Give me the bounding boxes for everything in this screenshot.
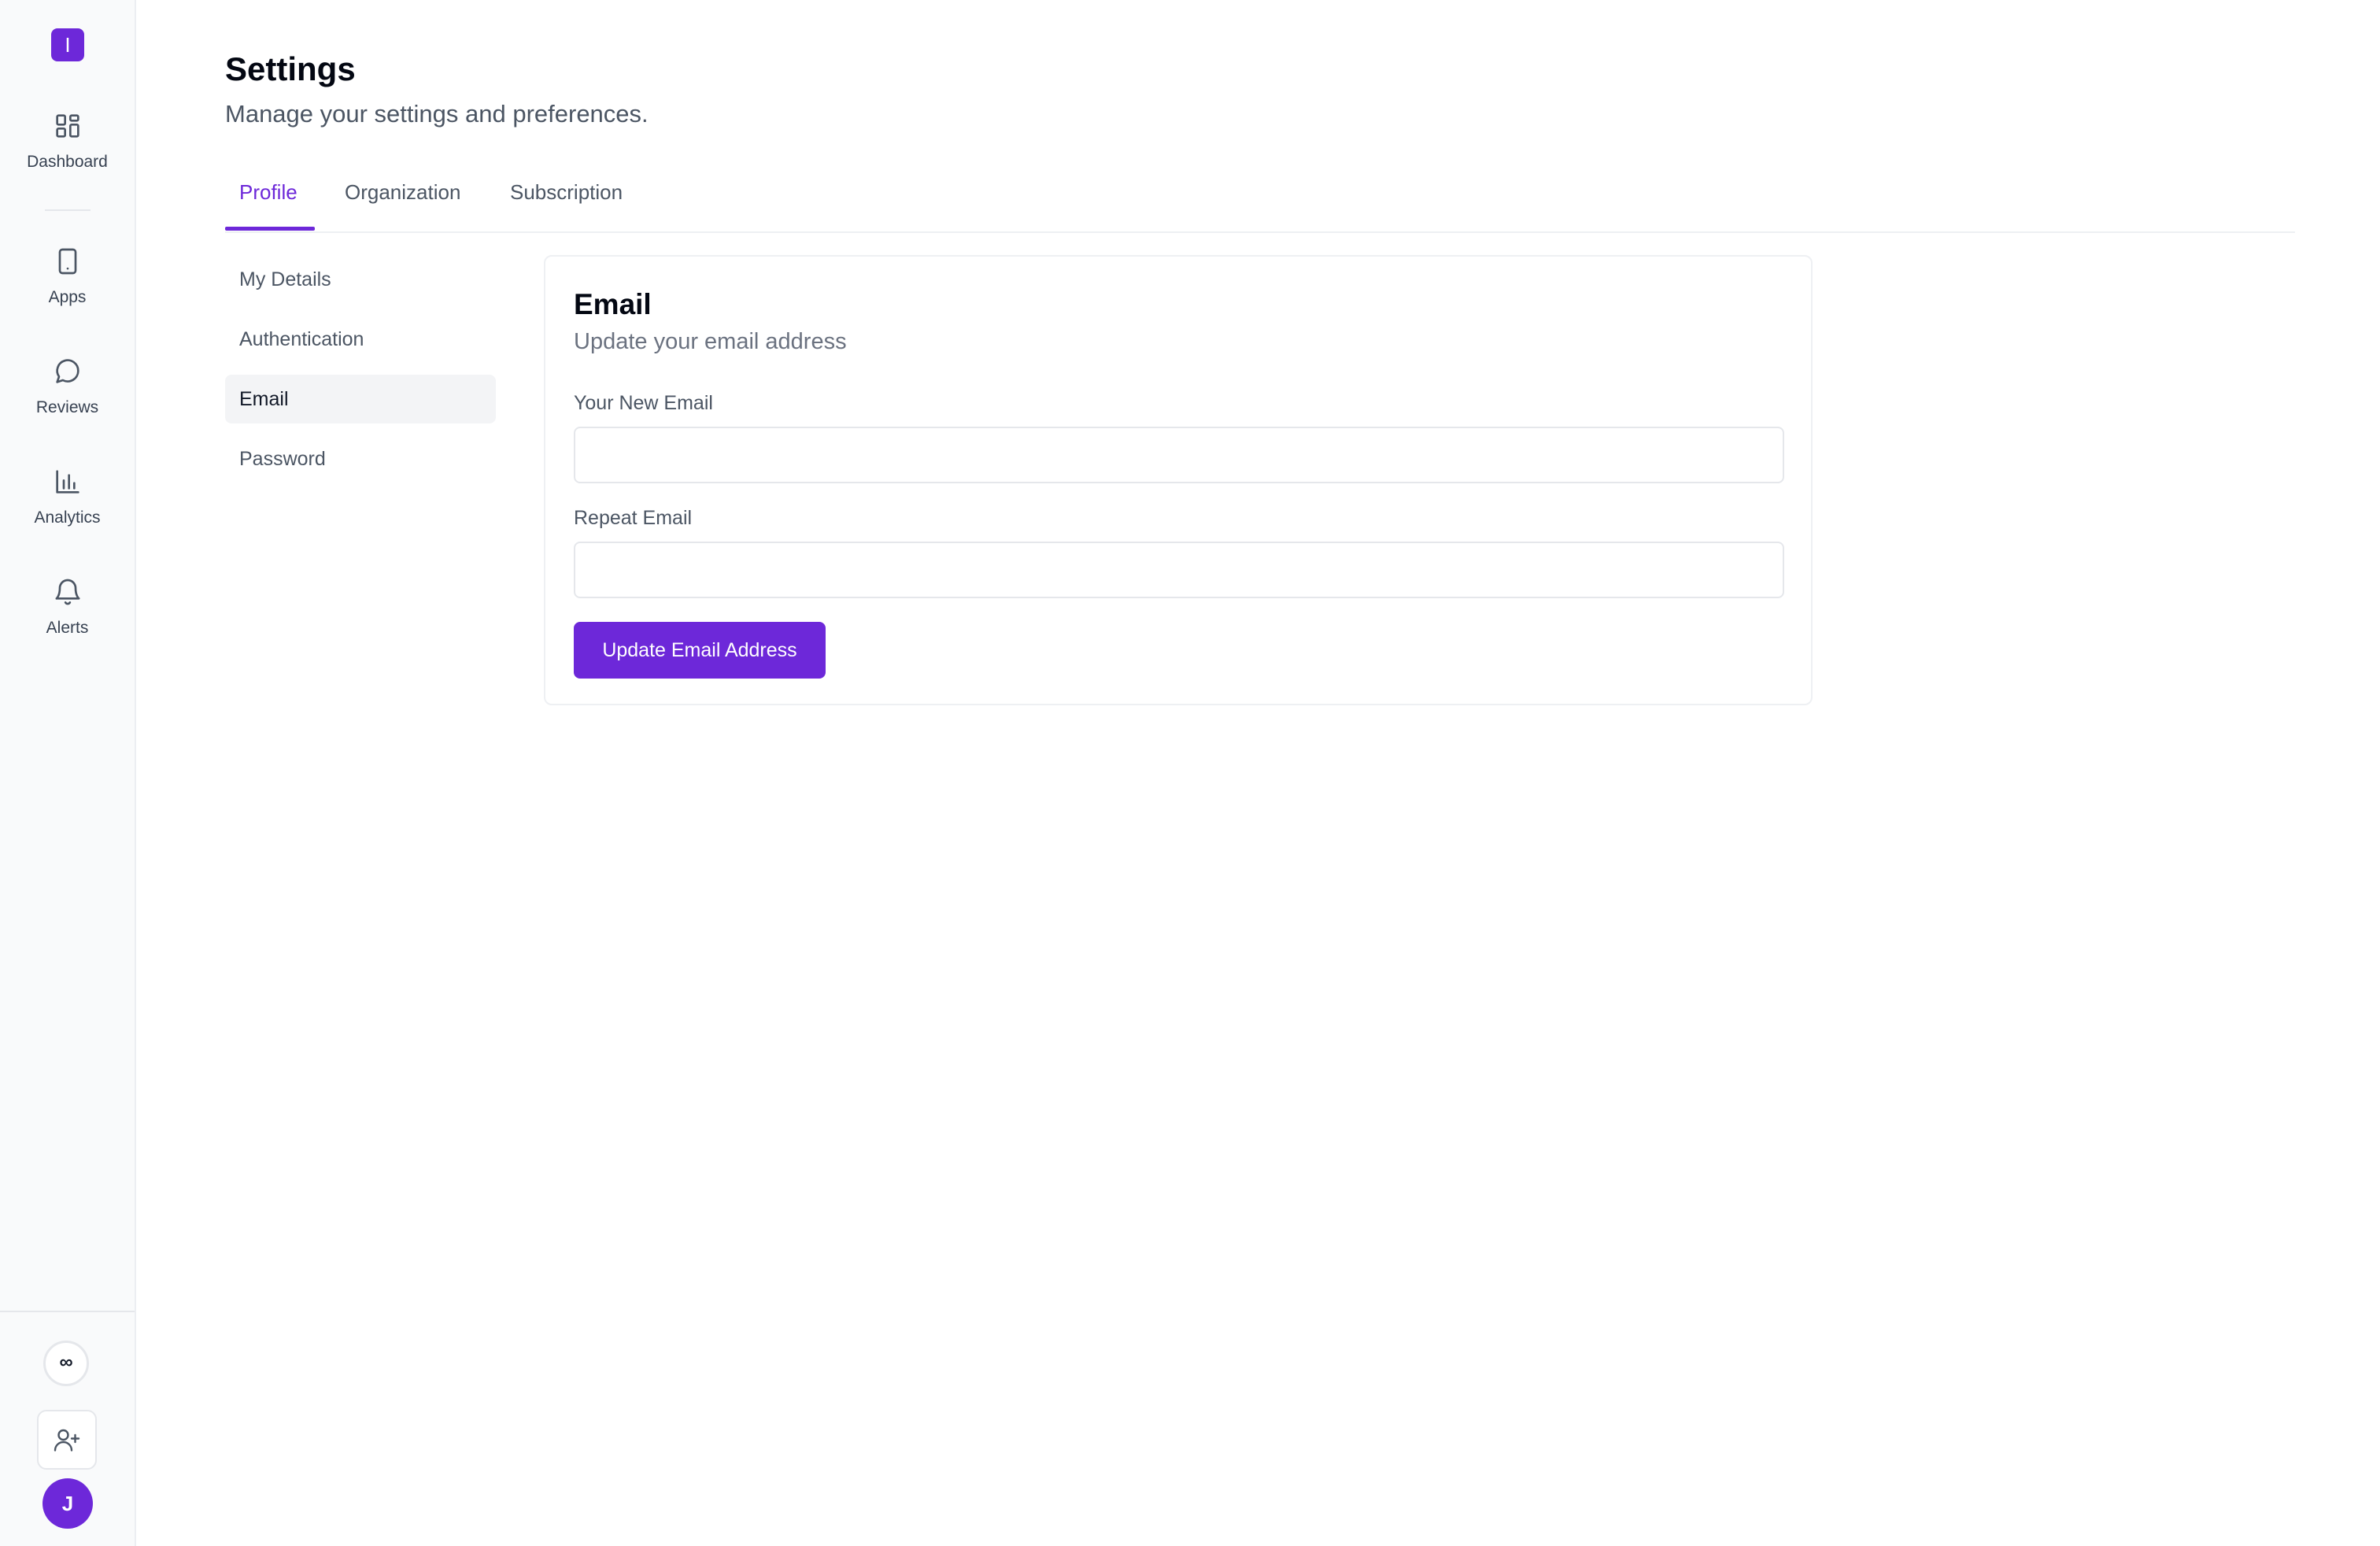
update-email-button[interactable]: Update Email Address xyxy=(574,622,826,679)
app-root: I Dashboard Apps Reviews Analytics Alert… xyxy=(0,0,2380,1546)
card-subtitle: Update your email address xyxy=(574,329,847,354)
sidebar-item-apps[interactable]: Apps xyxy=(0,246,135,324)
side-menu-password[interactable]: Password xyxy=(225,435,496,483)
sidebar-item-label: Alerts xyxy=(46,619,89,637)
tab-profile[interactable]: Profile xyxy=(239,165,298,231)
invite-user-button[interactable] xyxy=(37,1410,97,1470)
sidebar: I Dashboard Apps Reviews Analytics Alert… xyxy=(0,0,136,1546)
sidebar-item-dashboard[interactable]: Dashboard xyxy=(0,110,135,189)
page-title: Settings xyxy=(225,50,356,87)
active-tab-indicator xyxy=(225,227,315,231)
bar-chart-icon xyxy=(52,466,83,497)
infinity-button[interactable]: ∞ xyxy=(43,1341,89,1386)
tab-subscription[interactable]: Subscription xyxy=(510,165,623,231)
sidebar-item-label: Apps xyxy=(48,288,87,306)
user-plus-icon xyxy=(54,1429,80,1452)
sidebar-item-label: Reviews xyxy=(35,398,99,416)
sidebar-item-alerts[interactable]: Alerts xyxy=(0,576,135,655)
sidebar-item-analytics[interactable]: Analytics xyxy=(0,466,135,545)
page-subtitle: Manage your settings and preferences. xyxy=(225,100,649,128)
email-settings-card: Email Update your email address Your New… xyxy=(544,255,1813,705)
settings-tabs: Profile Organization Subscription xyxy=(225,165,2295,233)
sidebar-item-label: Dashboard xyxy=(27,153,108,171)
chat-bubble-icon xyxy=(52,356,83,387)
side-menu-authentication[interactable]: Authentication xyxy=(225,315,496,364)
repeat-email-input[interactable] xyxy=(574,542,1784,598)
side-menu-email[interactable]: Email xyxy=(225,375,496,423)
new-email-input[interactable] xyxy=(574,427,1784,483)
sidebar-divider xyxy=(45,209,91,211)
card-title: Email xyxy=(574,288,652,320)
sidebar-item-label: Analytics xyxy=(34,509,101,527)
bell-icon xyxy=(52,576,83,608)
user-avatar[interactable]: J xyxy=(42,1478,93,1529)
mobile-device-icon xyxy=(52,246,83,277)
dashboard-grid-icon xyxy=(52,110,83,142)
sidebar-item-reviews[interactable]: Reviews xyxy=(0,356,135,435)
sidebar-bottom-divider xyxy=(0,1311,135,1312)
side-menu-my-details[interactable]: My Details xyxy=(225,255,496,304)
tab-organization[interactable]: Organization xyxy=(345,165,460,231)
repeat-email-label: Repeat Email xyxy=(574,507,693,529)
app-logo[interactable]: I xyxy=(51,28,84,61)
new-email-label: Your New Email xyxy=(574,392,713,414)
